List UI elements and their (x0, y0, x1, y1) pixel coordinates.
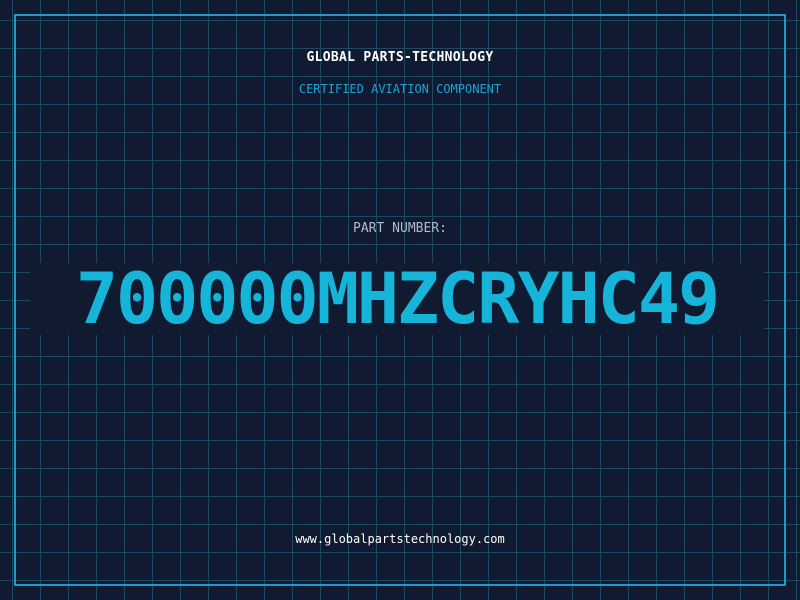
component-tagline: CERTIFIED AVIATION COMPONENT (298, 82, 502, 96)
part-number-value: 700000MHZCRYHC49 (75, 258, 720, 340)
website-url: www.globalpartstechnology.com (295, 532, 505, 546)
company-name: GLOBAL PARTS-TECHNOLOGY (306, 50, 494, 65)
part-number-label: PART NUMBER: (353, 221, 447, 236)
